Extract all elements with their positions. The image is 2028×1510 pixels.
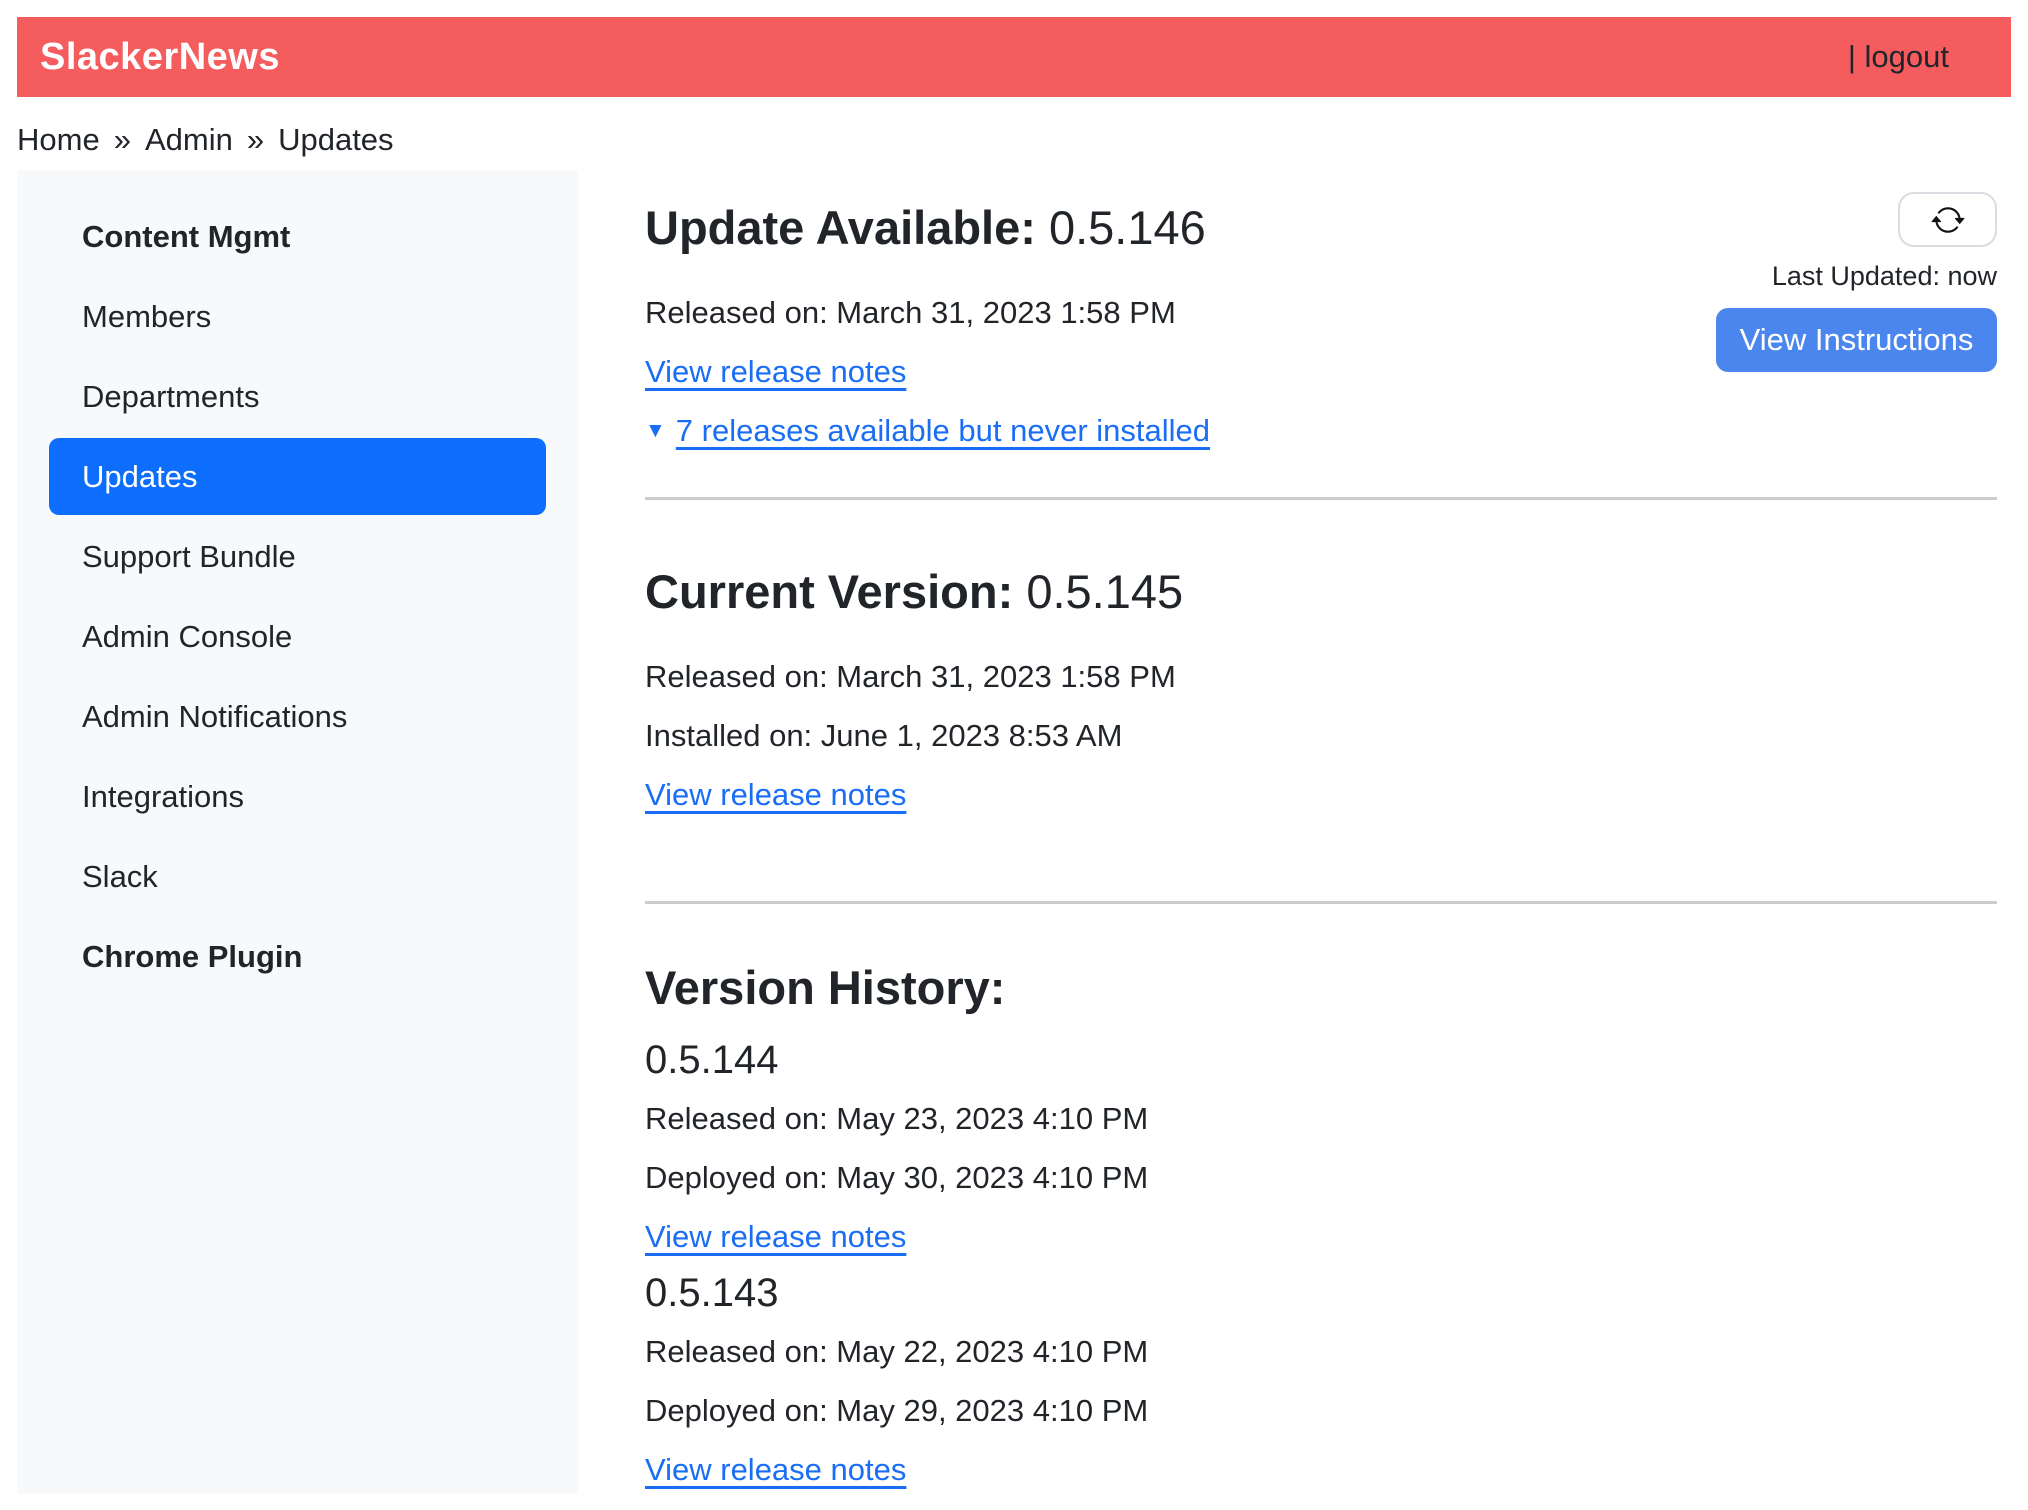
breadcrumb-home[interactable]: Home xyxy=(17,122,100,158)
version-history-entry: 0.5.144 Released on: May 23, 2023 4:10 P… xyxy=(645,1036,1997,1259)
breadcrumb-updates[interactable]: Updates xyxy=(278,122,393,158)
current-version-section: Current Version: 0.5.145 Released on: Ma… xyxy=(645,564,1997,831)
breadcrumb-separator: » xyxy=(247,122,264,158)
breadcrumb-admin[interactable]: Admin xyxy=(145,122,233,158)
version-history-section: Version History: 0.5.144 Released on: Ma… xyxy=(645,960,1997,1492)
history-view-release-notes-link[interactable]: View release notes xyxy=(645,1447,906,1492)
sidebar-item-departments[interactable]: Departments xyxy=(49,358,546,435)
update-released-on: Released on: March 31, 2023 1:58 PM xyxy=(645,290,1210,335)
history-view-release-notes-link[interactable]: View release notes xyxy=(645,1214,906,1259)
section-divider xyxy=(645,497,1997,500)
sidebar-item-integrations[interactable]: Integrations xyxy=(49,758,546,835)
sidebar-item-updates[interactable]: Updates xyxy=(49,438,546,515)
logout-link[interactable]: | logout xyxy=(1848,39,1949,75)
current-version-label: Current Version: xyxy=(645,565,1013,618)
current-installed-on: Installed on: June 1, 2023 8:53 AM xyxy=(645,713,1997,758)
history-version-number: 0.5.143 xyxy=(645,1269,1997,1317)
history-deployed-on: Deployed on: May 29, 2023 4:10 PM xyxy=(645,1388,1997,1433)
sidebar-item-support-bundle[interactable]: Support Bundle xyxy=(49,518,546,595)
breadcrumb-separator: » xyxy=(114,122,131,158)
releases-never-installed-link[interactable]: ▼7 releases available but never installe… xyxy=(645,408,1210,457)
update-available-version: 0.5.146 xyxy=(1049,201,1206,254)
version-history-heading: Version History: xyxy=(645,960,1997,1016)
sidebar-item-content-mgmt[interactable]: Content Mgmt xyxy=(49,198,546,275)
app-title: SlackerNews xyxy=(40,36,280,79)
breadcrumb: Home » Admin » Updates xyxy=(17,122,2011,158)
sidebar: Content Mgmt Members Departments Updates… xyxy=(17,170,578,1494)
history-deployed-on: Deployed on: May 30, 2023 4:10 PM xyxy=(645,1155,1997,1200)
body-layout: Content Mgmt Members Departments Updates… xyxy=(17,170,2011,1494)
update-actions: Last Updated: now View Instructions xyxy=(1716,192,1997,372)
last-updated-text: Last Updated: now xyxy=(1772,261,1997,292)
page: SlackerNews | logout Home » Admin » Upda… xyxy=(0,0,2028,1510)
app-header: SlackerNews | logout xyxy=(17,17,2011,97)
update-available-row: Update Available: 0.5.146 Released on: M… xyxy=(645,200,1997,471)
sidebar-item-chrome-plugin[interactable]: Chrome Plugin xyxy=(49,918,546,995)
update-available-label: Update Available: xyxy=(645,201,1036,254)
refresh-button[interactable] xyxy=(1898,192,1997,247)
history-released-on: Released on: May 22, 2023 4:10 PM xyxy=(645,1329,1997,1374)
current-version-number: 0.5.145 xyxy=(1026,565,1183,618)
sidebar-item-admin-console[interactable]: Admin Console xyxy=(49,598,546,675)
sidebar-item-members[interactable]: Members xyxy=(49,278,546,355)
current-view-release-notes-link[interactable]: View release notes xyxy=(645,772,906,817)
sidebar-item-admin-notifications[interactable]: Admin Notifications xyxy=(49,678,546,755)
caret-down-icon: ▼ xyxy=(645,408,666,453)
update-available-section: Update Available: 0.5.146 Released on: M… xyxy=(645,200,1210,471)
history-version-number: 0.5.144 xyxy=(645,1036,1997,1084)
main-content: Update Available: 0.5.146 Released on: M… xyxy=(578,170,2011,1492)
current-version-heading: Current Version: 0.5.145 xyxy=(645,564,1997,620)
current-released-on: Released on: March 31, 2023 1:58 PM xyxy=(645,654,1997,699)
update-available-heading: Update Available: 0.5.146 xyxy=(645,200,1210,256)
update-view-release-notes-link[interactable]: View release notes xyxy=(645,349,906,394)
version-history-entry: 0.5.143 Released on: May 22, 2023 4:10 P… xyxy=(645,1269,1997,1492)
sidebar-item-slack[interactable]: Slack xyxy=(49,838,546,915)
section-divider xyxy=(645,901,1997,904)
refresh-icon xyxy=(1931,203,1965,237)
view-instructions-button[interactable]: View Instructions xyxy=(1716,308,1997,372)
history-released-on: Released on: May 23, 2023 4:10 PM xyxy=(645,1096,1997,1141)
